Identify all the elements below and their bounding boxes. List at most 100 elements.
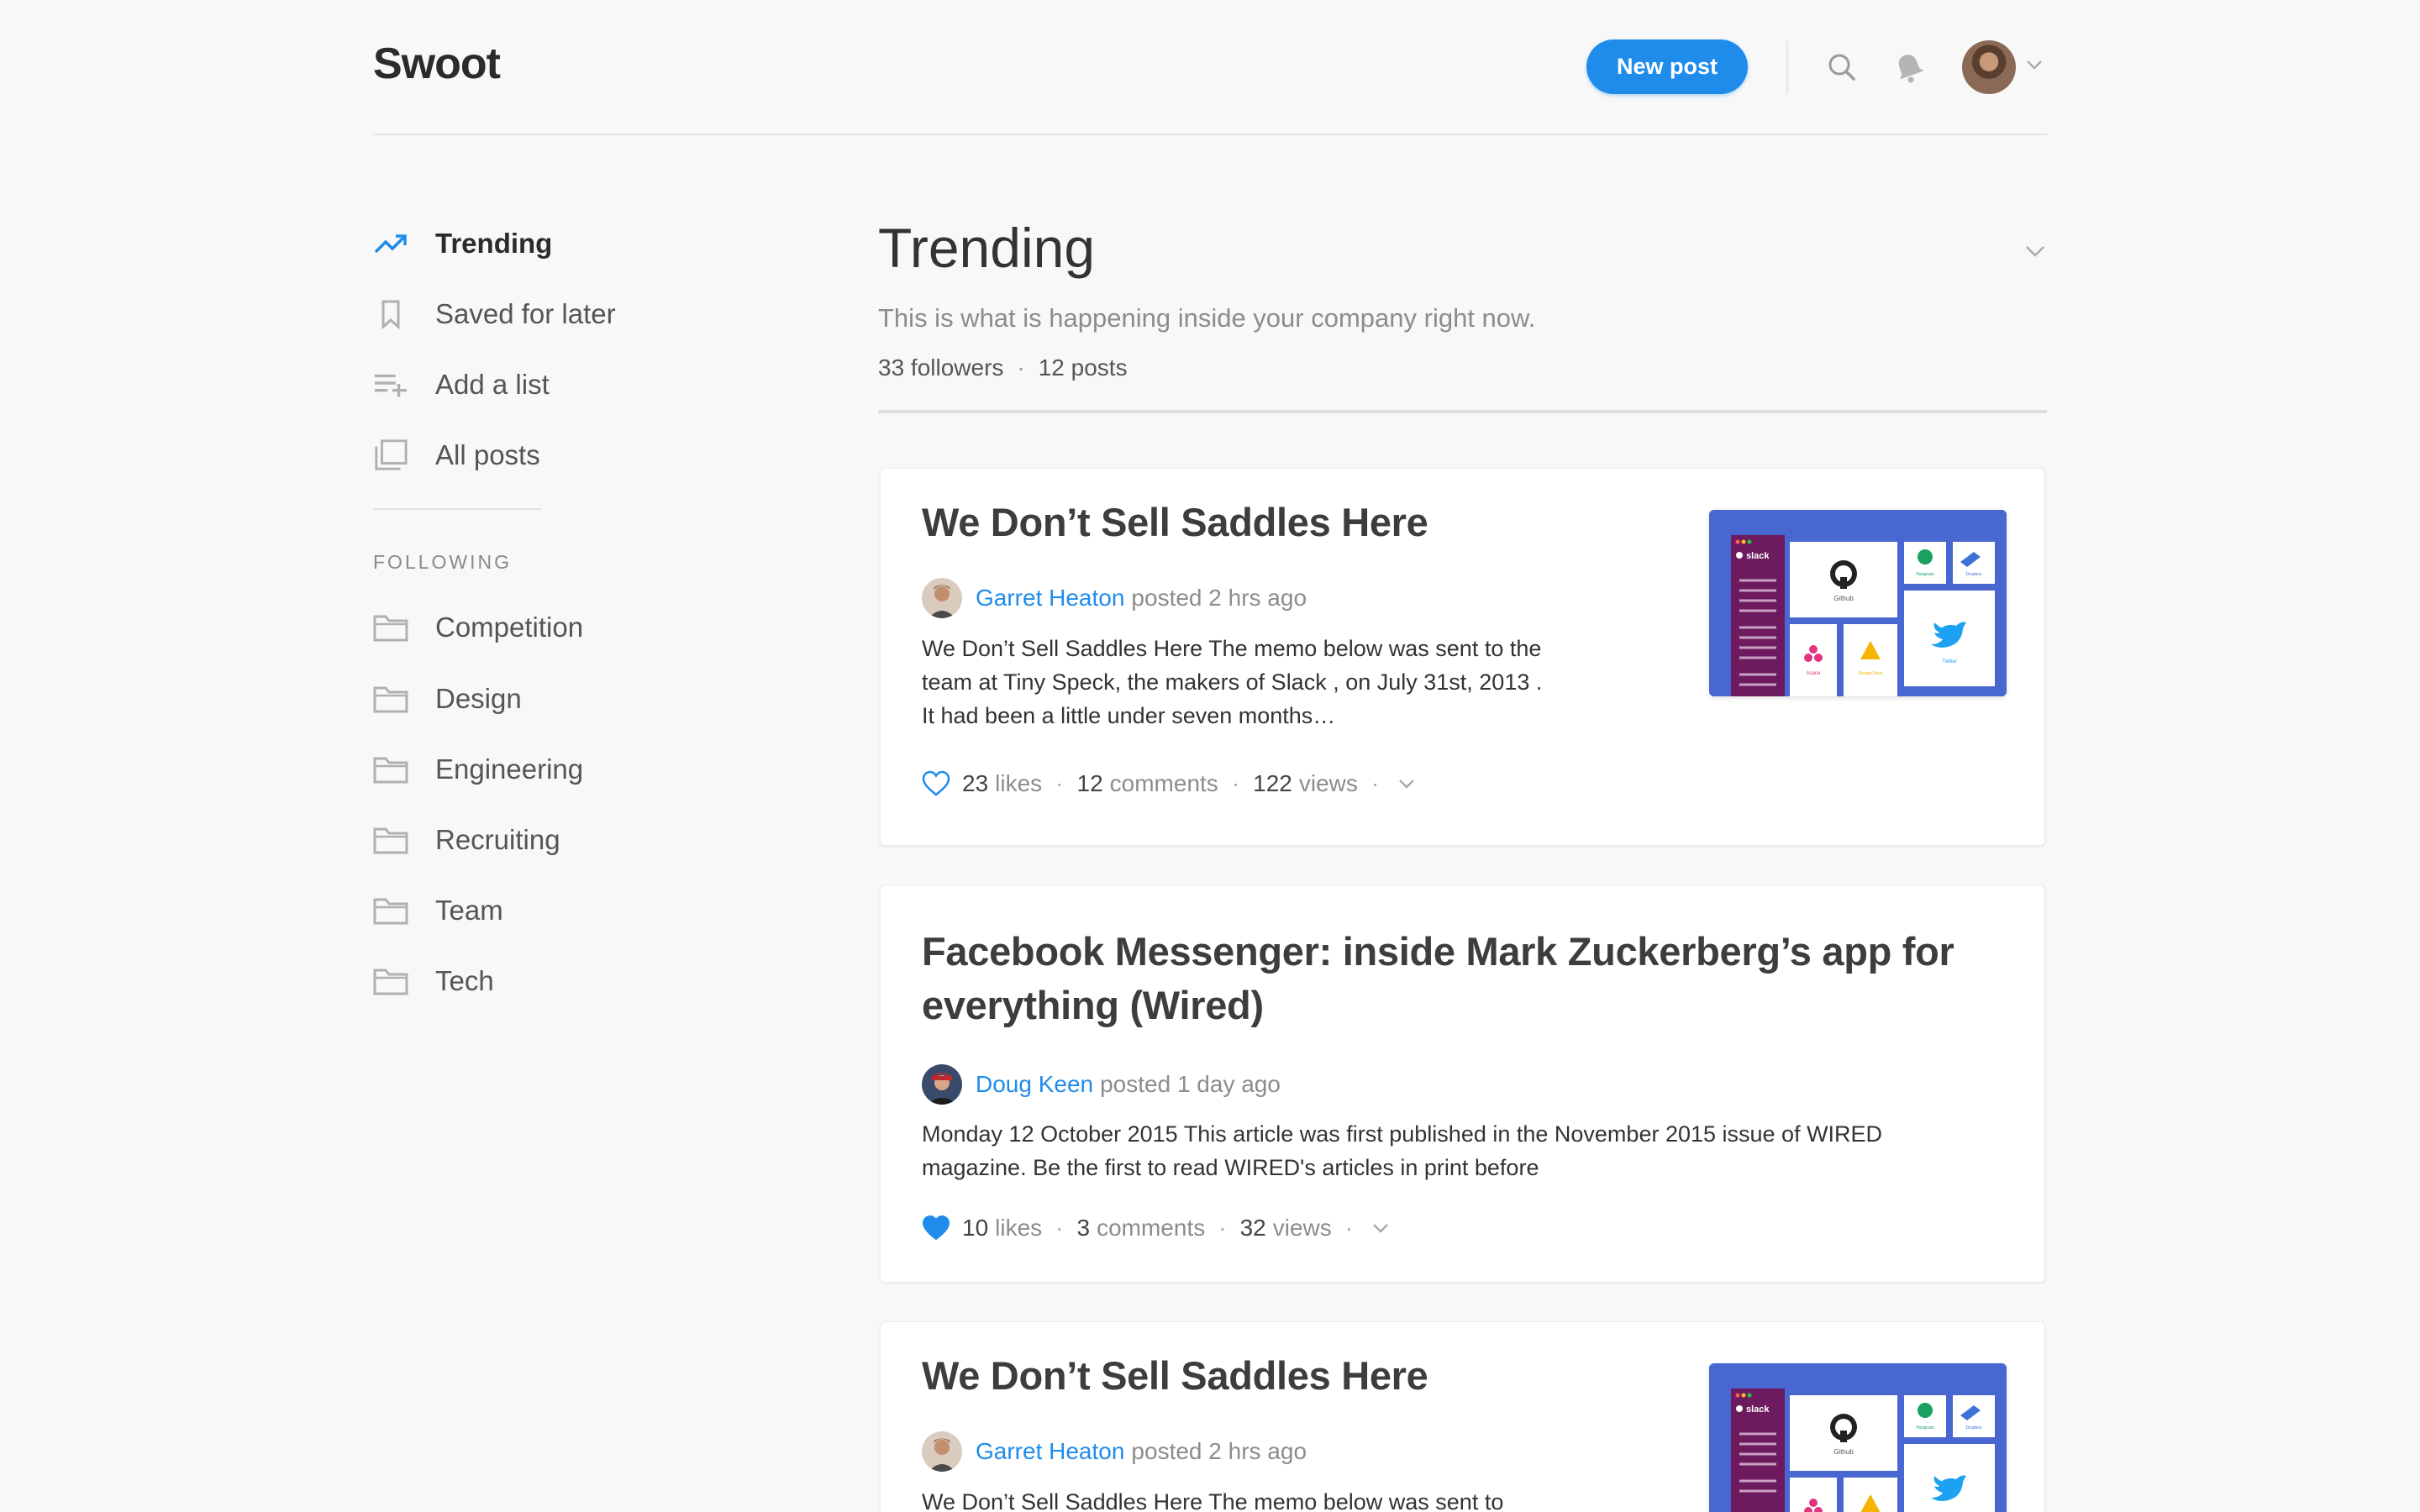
post-title[interactable]: Facebook Messenger: inside Mark Zuckerbe…	[922, 925, 2014, 1032]
notifications-bell-icon[interactable]	[1892, 50, 1926, 84]
post-card[interactable]: Facebook Messenger: inside Mark Zuckerbe…	[880, 885, 2045, 1283]
post-card[interactable]: We Don’t Sell Saddles Here Garret Heaton…	[880, 468, 2045, 846]
new-post-button[interactable]: New post	[1586, 39, 1748, 94]
likes-label: likes	[995, 770, 1043, 796]
sidebar-item-competition[interactable]: Competition	[373, 606, 692, 648]
likes-label: likes	[995, 1215, 1043, 1241]
folder-icon	[373, 752, 408, 787]
posts-count[interactable]: 12 posts	[1039, 354, 1128, 381]
views-count: 32	[1239, 1215, 1266, 1241]
sidebar-item-label: Recruiting	[435, 824, 560, 855]
folder-icon	[373, 963, 408, 999]
followers-count[interactable]: 33 followers	[878, 354, 1003, 381]
post-thumbnail[interactable]: slack Github Hangouts Dropbox	[1709, 1363, 2007, 1512]
post-title[interactable]: We Don’t Sell Saddles Here	[922, 496, 1678, 549]
page-subtitle: This is what is happening inside your co…	[878, 303, 1536, 333]
svg-text:Twitter: Twitter	[1942, 659, 1957, 664]
sidebar-item-engineering[interactable]: Engineering	[373, 748, 692, 790]
following-heading: FOLLOWING	[373, 551, 513, 573]
slack-label: slack	[1746, 1404, 1770, 1415]
author-avatar[interactable]	[922, 578, 962, 618]
post-actions: 23 likes · 12 comments · 122 views ·	[922, 770, 1416, 797]
sidebar-item-label: Design	[435, 683, 522, 714]
post-byline: Garret Heaton posted 2 hrs ago	[922, 578, 1307, 618]
sidebar-item-trending[interactable]: Trending	[373, 223, 692, 265]
search-icon[interactable]	[1825, 50, 1859, 84]
svg-text:Hangouts: Hangouts	[1916, 1425, 1934, 1431]
svg-text:Google Drive: Google Drive	[1858, 671, 1882, 676]
trending-icon	[373, 226, 408, 261]
likes-count[interactable]: 10	[962, 1215, 988, 1242]
heart-filled-icon[interactable]	[922, 1215, 950, 1242]
app-logo[interactable]: Swoot	[373, 39, 501, 89]
slack-label: slack	[1746, 551, 1770, 561]
comments-label: comments	[1109, 770, 1218, 796]
post-card[interactable]: We Don’t Sell Saddles Here Garret Heaton…	[880, 1321, 2045, 1512]
author-name[interactable]: Garret Heaton	[976, 585, 1124, 612]
comments-count[interactable]: 3	[1077, 1215, 1091, 1242]
sidebar-item-label: Competition	[435, 612, 584, 643]
chevron-down-icon[interactable]	[2024, 244, 2046, 258]
author-avatar[interactable]	[922, 1431, 962, 1472]
folder-icon	[373, 893, 408, 928]
separator-dot: ·	[1344, 1215, 1354, 1241]
views-count: 122	[1253, 770, 1292, 796]
separator-dot: ·	[1370, 770, 1380, 796]
likes-count[interactable]: 23	[962, 770, 988, 797]
author-name[interactable]: Garret Heaton	[976, 1438, 1124, 1465]
post-title[interactable]: We Don’t Sell Saddles Here	[922, 1349, 1678, 1403]
svg-text:Dropbox: Dropbox	[1966, 1425, 1982, 1431]
views-label: views	[1298, 770, 1358, 796]
sidebar-item-add-list[interactable]: Add a list	[373, 364, 692, 406]
post-meta: posted 2 hrs ago	[1131, 585, 1307, 611]
svg-text:Dropbox: Dropbox	[1966, 572, 1982, 577]
folder-icon	[373, 610, 408, 645]
post-excerpt: Monday 12 October 2015 This article was …	[922, 1121, 1883, 1180]
channel-stats: 33 followers · 12 posts	[878, 354, 1128, 381]
bookmark-icon	[373, 297, 408, 332]
sidebar-item-label: All posts	[435, 439, 540, 470]
heart-outline-icon[interactable]	[922, 770, 950, 797]
folder-icon	[373, 681, 408, 717]
sidebar-item-tech[interactable]: Tech	[373, 960, 692, 1002]
chevron-down-icon[interactable]	[1397, 778, 1416, 790]
post-excerpt: We Don’t Sell Saddles Here The memo belo…	[922, 1489, 1504, 1512]
post-meta: posted 1 day ago	[1100, 1071, 1281, 1097]
separator-dot: ·	[1218, 1215, 1227, 1241]
comments-count[interactable]: 12	[1077, 770, 1103, 797]
svg-text:Asana: Asana	[1806, 671, 1821, 676]
sidebar-item-label: Saved for later	[435, 298, 616, 329]
svg-text:Hangouts: Hangouts	[1916, 572, 1934, 577]
sidebar-item-recruiting[interactable]: Recruiting	[373, 819, 692, 861]
user-avatar[interactable]	[1962, 40, 2016, 94]
post-thumbnail[interactable]: slack Github Hangouts Dropbox Asana Goog…	[1709, 510, 2007, 696]
svg-text:Github: Github	[1833, 1448, 1854, 1456]
separator-dot: ·	[1055, 1215, 1064, 1241]
sidebar-item-all-posts[interactable]: All posts	[373, 434, 692, 476]
post-byline: Garret Heaton posted 2 hrs ago	[922, 1431, 1307, 1472]
sidebar-item-label: Team	[435, 895, 503, 926]
chevron-down-icon[interactable]	[1371, 1222, 1390, 1234]
post-excerpt: We Don’t Sell Saddles Here The memo belo…	[922, 636, 1543, 728]
author-avatar[interactable]	[922, 1064, 962, 1105]
folder-icon	[373, 822, 408, 858]
author-name[interactable]: Doug Keen	[976, 1071, 1093, 1098]
sidebar-divider	[373, 508, 541, 510]
separator-dot: ·	[1231, 770, 1240, 796]
slack-integrations-illustration: slack Github Hangouts Dropbox	[1709, 1363, 2007, 1512]
sidebar-item-design[interactable]: Design	[373, 678, 692, 720]
separator-dot: ·	[1055, 770, 1064, 796]
section-divider	[878, 410, 2047, 413]
post-byline: Doug Keen posted 1 day ago	[922, 1064, 1281, 1105]
separator-dot: ·	[1017, 354, 1025, 381]
chevron-down-icon[interactable]	[2025, 59, 2044, 71]
all-posts-icon	[373, 438, 408, 473]
add-list-icon	[373, 367, 408, 402]
sidebar-item-label: Trending	[435, 228, 553, 259]
comments-label: comments	[1097, 1215, 1206, 1241]
page-title: Trending	[878, 217, 1096, 279]
sidebar-item-saved[interactable]: Saved for later	[373, 293, 692, 335]
sidebar-item-team[interactable]: Team	[373, 890, 692, 932]
svg-text:Github: Github	[1833, 595, 1854, 602]
top-header: Swoot New post	[373, 0, 2047, 135]
